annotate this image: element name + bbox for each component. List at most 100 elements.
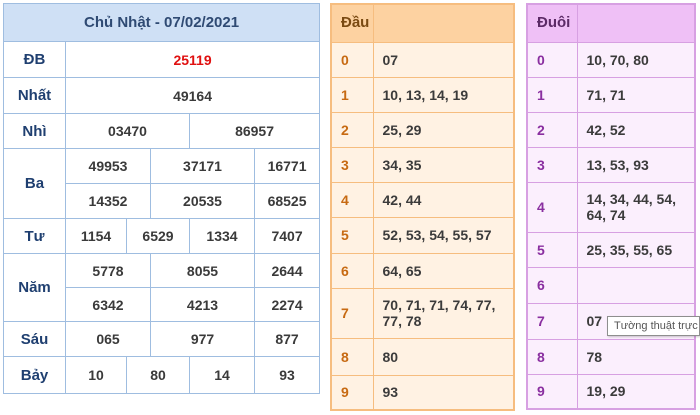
prize-value: 93 xyxy=(253,356,321,394)
dau-header-row: Đầu xyxy=(330,3,515,43)
duoi-row: 1 71, 71 xyxy=(526,76,696,113)
prize-value-special: 25119 xyxy=(64,41,321,78)
dau-row: 8 80 xyxy=(330,337,515,376)
dau-value: 64, 65 xyxy=(372,252,515,289)
duoi-value xyxy=(576,266,696,304)
dau-row: 6 64, 65 xyxy=(330,252,515,289)
dau-key: 8 xyxy=(330,337,374,376)
prize-label: Nhì xyxy=(3,113,66,149)
duoi-key: 5 xyxy=(526,231,578,268)
prize-label: Năm xyxy=(3,253,66,322)
prize-value: 1154 xyxy=(65,218,127,254)
duoi-row: 0 10, 70, 80 xyxy=(526,41,696,78)
duoi-value: 78 xyxy=(576,338,696,375)
prize-value: 2644 xyxy=(253,253,321,288)
prize-label: Tư xyxy=(3,218,66,254)
dau-key: 4 xyxy=(330,181,374,218)
duoi-key: 8 xyxy=(526,338,578,375)
dau-row: 2 25, 29 xyxy=(330,111,515,148)
dau-row: 3 34, 35 xyxy=(330,146,515,183)
duoi-value: 10, 70, 80 xyxy=(576,41,696,78)
prize-value: 80 xyxy=(126,356,190,394)
dau-header-blank xyxy=(372,3,515,43)
prize-value: 6529 xyxy=(126,218,190,254)
dau-row: 5 52, 53, 54, 55, 57 xyxy=(330,216,515,254)
duoi-key: 7 xyxy=(526,302,578,340)
dau-header: Đầu xyxy=(330,3,374,43)
duoi-row: 8 78 xyxy=(526,338,696,375)
duoi-value: 13, 53, 93 xyxy=(576,146,696,183)
prize-label: Sáu xyxy=(3,321,66,357)
dau-value: 10, 13, 14, 19 xyxy=(372,76,515,113)
prize-value: 6342 xyxy=(65,287,151,322)
prize-value: 03470 xyxy=(65,113,190,149)
prize-label: Nhất xyxy=(3,77,66,114)
duoi-key: 2 xyxy=(526,111,578,148)
duoi-row: 5 25, 35, 55, 65 xyxy=(526,231,696,268)
dau-value: 70, 71, 71, 74, 77, 77, 78 xyxy=(372,287,515,339)
dau-value: 52, 53, 54, 55, 57 xyxy=(372,216,515,254)
prize-label: ĐB xyxy=(3,41,66,78)
prize-value: 16771 xyxy=(253,148,321,184)
prize-value: 86957 xyxy=(188,113,321,149)
dau-table: Đầu 0 07 1 10, 13, 14, 19 2 25, 29 3 34, 35 … xyxy=(330,3,515,411)
dau-key: 5 xyxy=(330,216,374,254)
duoi-key: 1 xyxy=(526,76,578,113)
dau-key: 1 xyxy=(330,76,374,113)
results-header-row: Chủ Nhật - 07/02/2021 xyxy=(2,3,321,42)
prize-label: Bảy xyxy=(3,356,66,394)
duoi-key: 9 xyxy=(526,373,578,410)
duoi-value: 25, 35, 55, 65 xyxy=(576,231,696,268)
dau-value: 42, 44 xyxy=(372,181,515,218)
prize-value: 5778 xyxy=(65,253,151,288)
prize-row-sau: Sáu 065 977 877 xyxy=(3,321,321,357)
prize-row-nhi: Nhì 03470 86957 xyxy=(3,113,321,149)
results-table: Chủ Nhật - 07/02/2021 ĐB 25119 Nhất 4916… xyxy=(2,3,321,394)
duoi-key: 3 xyxy=(526,146,578,183)
dau-key: 6 xyxy=(330,252,374,289)
duoi-row: 9 19, 29 xyxy=(526,373,696,410)
prize-row-db: ĐB 25119 xyxy=(3,41,321,78)
dau-key: 9 xyxy=(330,374,374,411)
prize-row-nam: Năm 5778 8055 2644 xyxy=(3,253,321,322)
prize-value: 14352 xyxy=(65,183,151,219)
prize-value: 2274 xyxy=(253,287,321,322)
duoi-header: Đuôi xyxy=(526,3,578,43)
dau-row: 7 70, 71, 71, 74, 77, 77, 78 xyxy=(330,287,515,339)
prize-value: 10 xyxy=(65,356,127,394)
prize-value: 7407 xyxy=(253,218,321,254)
prize-value: 37171 xyxy=(150,148,255,184)
duoi-value: 71, 71 xyxy=(576,76,696,113)
dau-key: 0 xyxy=(330,41,374,78)
duoi-header-row: Đuôi xyxy=(526,3,696,43)
duoi-table: Đuôi 0 10, 70, 80 1 71, 71 2 42, 52 3 13, 53… xyxy=(526,3,696,410)
duoi-key: 6 xyxy=(526,266,578,304)
prize-value: 1334 xyxy=(189,218,255,254)
dau-value: 93 xyxy=(372,374,515,411)
dau-key: 2 xyxy=(330,111,374,148)
dau-row: 1 10, 13, 14, 19 xyxy=(330,76,515,113)
prize-value: 49164 xyxy=(64,77,321,114)
prize-label: Ba xyxy=(3,148,66,219)
prize-value: 877 xyxy=(253,321,321,357)
dau-value: 25, 29 xyxy=(372,111,515,148)
prize-value: 14 xyxy=(189,356,255,394)
duoi-value: 14, 34, 44, 54, 64, 74 xyxy=(576,181,696,233)
duoi-row: 4 14, 34, 44, 54, 64, 74 xyxy=(526,181,696,233)
prize-value: 68525 xyxy=(253,183,321,219)
prize-value: 4213 xyxy=(150,287,255,322)
duoi-key: 4 xyxy=(526,181,578,233)
duoi-key: 0 xyxy=(526,41,578,78)
duoi-row: 2 42, 52 xyxy=(526,111,696,148)
prize-value: 977 xyxy=(150,321,255,357)
prize-row-ba: Ba 49953 37171 16771 xyxy=(3,148,321,219)
duoi-row: 6 xyxy=(526,266,696,304)
dau-value: 34, 35 xyxy=(372,146,515,183)
dau-value: 07 xyxy=(372,41,515,78)
dau-row: 0 07 xyxy=(330,41,515,78)
dau-row: 9 93 xyxy=(330,374,515,411)
prize-row-tu: Tư 1154 6529 1334 7407 xyxy=(3,218,321,254)
results-date-header: Chủ Nhật - 07/02/2021 xyxy=(2,3,321,42)
duoi-header-blank xyxy=(576,3,696,43)
prize-row-nhat: Nhất 49164 xyxy=(3,77,321,114)
